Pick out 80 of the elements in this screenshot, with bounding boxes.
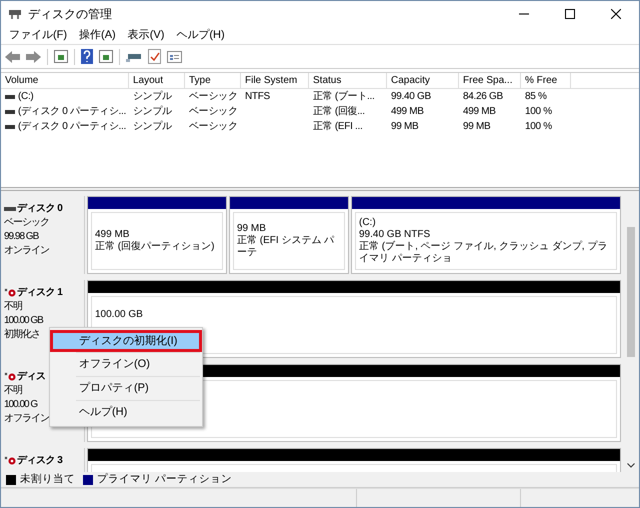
table-cell-text: (ディスク 0 パーティシ... bbox=[18, 120, 126, 134]
table-cell-text: 100 % bbox=[525, 105, 552, 119]
table-cell-text: シンプル bbox=[133, 104, 172, 119]
table-cell-text: (ディスク 0 パーティシ... bbox=[18, 105, 126, 119]
legend-label: プライマリ パーティション bbox=[97, 472, 232, 487]
table-cell-text: シンプル bbox=[133, 90, 172, 104]
table-cell-text: NTFS bbox=[245, 90, 270, 104]
table-cell-text: 85 % bbox=[525, 90, 547, 104]
table-cell-text: 499 MB bbox=[391, 105, 424, 119]
column-header[interactable]: Status bbox=[309, 73, 387, 88]
partition[interactable]: 99 MB 正常 (EFI システム パーテ bbox=[229, 196, 349, 274]
volume-icon bbox=[5, 94, 15, 98]
table-cell-text: 99 MB bbox=[391, 120, 418, 134]
menu-item[interactable]: ディスクの初期化(I) bbox=[50, 330, 202, 352]
disk-name: ディスク 3 bbox=[17, 454, 62, 468]
table-cell-text: シンプル bbox=[133, 120, 172, 134]
forward-arrow-icon[interactable] bbox=[26, 50, 41, 62]
scroll-down-icon[interactable] bbox=[627, 463, 635, 468]
error-disk-icon bbox=[4, 288, 16, 298]
disk-info: オンライン bbox=[4, 244, 50, 258]
table-cell-text: 84.26 GB bbox=[463, 90, 503, 104]
disk-info: 初期化さ bbox=[4, 328, 41, 342]
table-cell-text: 正常 (ブート... bbox=[313, 90, 374, 104]
partition[interactable]: 499 MB 正常 (回復パーティション) bbox=[87, 196, 227, 274]
partition-info: (C:) bbox=[359, 217, 377, 229]
disk-name: ディスク 1 bbox=[17, 286, 62, 300]
partition-info: 正常 (回復パーティション) bbox=[95, 241, 216, 253]
menu-item[interactable]: ヘルプ(H) bbox=[50, 401, 202, 424]
table-cell-text: (C:) bbox=[18, 90, 34, 104]
help-icon[interactable] bbox=[81, 49, 93, 64]
partition-info: 499 MB bbox=[95, 229, 130, 240]
column-header[interactable]: Type bbox=[185, 73, 241, 88]
column-header[interactable]: Volume bbox=[1, 73, 129, 88]
column-header[interactable]: % Free bbox=[521, 73, 571, 88]
disk-info: ベーシック bbox=[4, 216, 50, 230]
volume-icon bbox=[5, 110, 15, 114]
disk-name: ディスク 0 bbox=[17, 202, 62, 216]
disk-name: ディス bbox=[17, 370, 46, 384]
window-list-icon[interactable] bbox=[167, 50, 182, 62]
menu-item[interactable]: ヘルプ(H) bbox=[170, 27, 231, 44]
partition-info: 正常 (ブート, ページ ファイル, クラッシュ ダンプ, プライマリ パーティショ bbox=[359, 241, 608, 265]
partition-info: 100.00 GB bbox=[95, 309, 144, 321]
partition[interactable]: (C:) 99.40 GB NTFS 正常 (ブート, ページ ファイル, クラッシュ ダンプ, プライマリ パーティショ bbox=[351, 196, 621, 274]
menu-item[interactable]: 表示(V) bbox=[122, 27, 170, 44]
error-disk-icon bbox=[4, 372, 16, 382]
table-cell-text: 499 MB bbox=[463, 105, 496, 119]
table-cell-text: 99 MB bbox=[463, 120, 490, 134]
volume-icon bbox=[5, 124, 15, 128]
table-cell-text: ベーシック bbox=[189, 120, 238, 134]
menu-item[interactable]: 操作(A) bbox=[73, 27, 122, 44]
legend-label: 未割り当て bbox=[20, 472, 75, 487]
menu-item[interactable]: ファイル(F) bbox=[3, 27, 74, 44]
table-cell-text: 正常 (EFI ... bbox=[313, 120, 362, 134]
panel-icon[interactable] bbox=[99, 50, 113, 63]
error-disk-icon bbox=[4, 456, 16, 466]
table-cell-text: ベーシック bbox=[189, 90, 238, 104]
panel-icon[interactable] bbox=[54, 50, 68, 63]
disk-info: 不明 bbox=[4, 384, 23, 398]
window-title: ディスクの管理 bbox=[28, 6, 112, 23]
menu-item[interactable]: プロパティ(P) bbox=[50, 377, 202, 400]
checklist-icon[interactable] bbox=[148, 49, 161, 64]
table-cell-text: ベーシック bbox=[189, 105, 238, 119]
table-cell-text: 99.40 GB bbox=[391, 90, 431, 104]
disk-info: オフライン bbox=[4, 412, 50, 426]
disk-info: 99.98 GB bbox=[4, 230, 40, 244]
disk-info: 不明 bbox=[4, 300, 23, 314]
disk-info: 100.00 GB bbox=[4, 314, 44, 328]
column-header[interactable]: Free Spa... bbox=[459, 73, 521, 88]
partition-info: 正常 (EFI システム パーテ bbox=[237, 235, 336, 259]
back-arrow-icon[interactable] bbox=[5, 50, 20, 62]
scrollbar-thumb[interactable] bbox=[627, 227, 635, 357]
table-cell-text: 正常 (回復... bbox=[313, 104, 365, 119]
partition-info: 99.40 GB NTFS bbox=[359, 229, 432, 240]
column-header[interactable]: Capacity bbox=[387, 73, 459, 88]
disk-management-icon bbox=[8, 8, 22, 20]
column-header[interactable]: File System bbox=[241, 73, 309, 88]
column-header[interactable]: Layout bbox=[129, 73, 185, 88]
table-cell-text: 100 % bbox=[525, 120, 552, 134]
disk-info: 100.00 G bbox=[4, 398, 38, 412]
partition-info: 99 MB bbox=[237, 223, 267, 234]
